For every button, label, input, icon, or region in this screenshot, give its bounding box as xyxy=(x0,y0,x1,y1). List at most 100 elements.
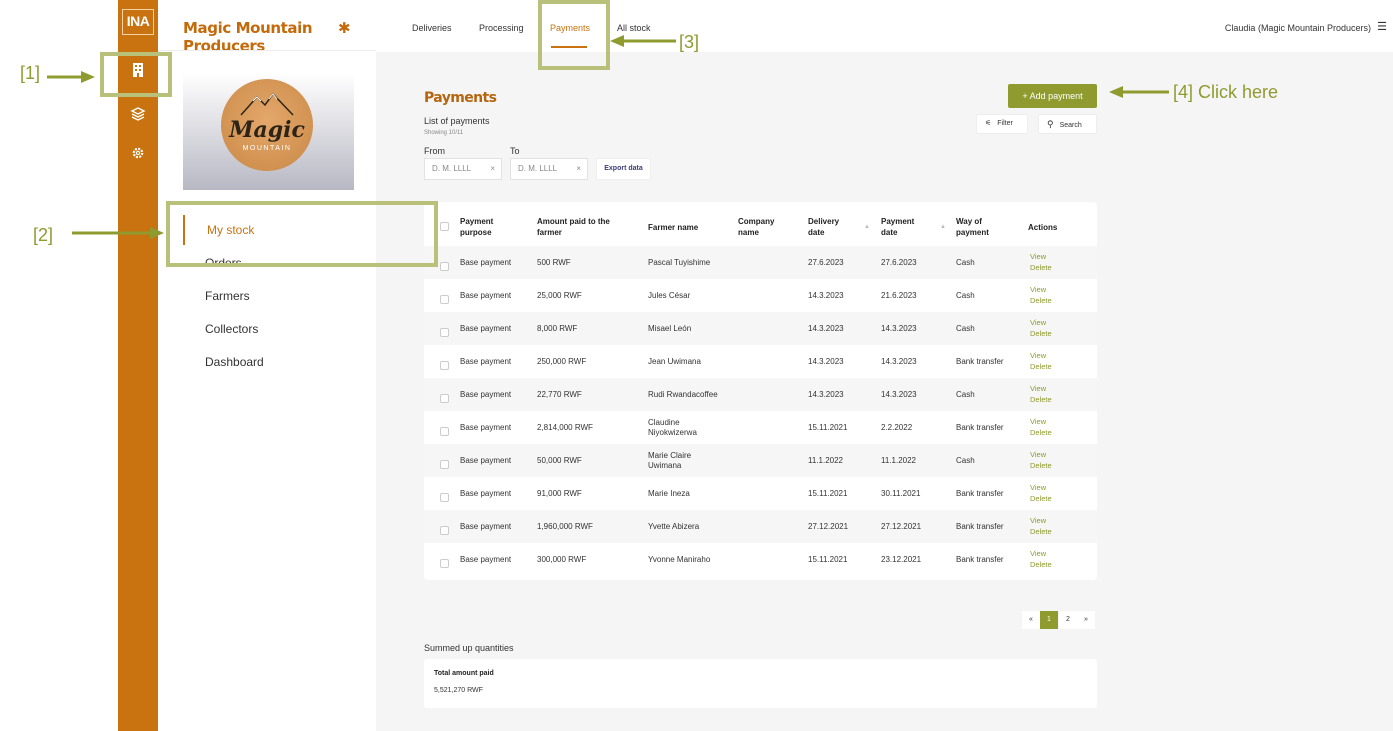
cell-farmer: Jean Uwimana xyxy=(648,357,701,366)
col-header-purpose[interactable]: Payment purpose xyxy=(460,216,493,238)
cell-payment-date: 30.11.2021 xyxy=(881,489,921,498)
cell-payment-date: 14.3.2023 xyxy=(881,390,917,399)
cell-purpose: Base payment xyxy=(460,489,512,498)
cell-amount: 300,000 RWF xyxy=(537,555,587,564)
pagination-page-2[interactable]: 2 xyxy=(1059,611,1077,629)
cell-way-of-payment: Cash xyxy=(956,324,975,333)
user-name[interactable]: Claudia (Magic Mountain Producers) xyxy=(1225,23,1371,33)
table-row: Base payment 300,000 RWF Yvonne Maniraho 15… xyxy=(424,543,1097,576)
cell-amount: 2,814,000 RWF xyxy=(537,423,593,432)
row-checkbox[interactable] xyxy=(440,262,449,271)
delete-link[interactable]: Delete xyxy=(1030,395,1052,405)
search-button[interactable]: ⚲ Search xyxy=(1038,114,1097,134)
delete-link[interactable]: Delete xyxy=(1030,362,1052,372)
view-link[interactable]: View xyxy=(1030,318,1046,328)
col-header-payment-date[interactable]: Payment date xyxy=(881,216,914,238)
view-link[interactable]: View xyxy=(1030,450,1046,460)
view-link[interactable]: View xyxy=(1030,285,1046,295)
pagination-page-1[interactable]: 1 xyxy=(1040,611,1058,629)
list-subtitle: List of payments xyxy=(424,116,490,126)
top-bar: Deliveries Processing Payments All stock… xyxy=(376,0,1393,52)
to-date-input[interactable]: D. M. LLLL × xyxy=(510,158,588,180)
sort-payment-icon[interactable]: ▲ xyxy=(940,224,946,230)
cell-way-of-payment: Bank transfer xyxy=(956,423,1004,432)
row-checkbox[interactable] xyxy=(440,427,449,436)
delete-link[interactable]: Delete xyxy=(1030,329,1052,339)
cell-farmer: Jules César xyxy=(648,291,691,300)
cell-purpose: Base payment xyxy=(460,423,512,432)
tab-deliveries[interactable]: Deliveries xyxy=(412,23,452,33)
cell-farmer: Yvette Abizera xyxy=(648,522,700,531)
row-checkbox[interactable] xyxy=(440,361,449,370)
view-link[interactable]: View xyxy=(1030,384,1046,394)
cell-delivery-date: 14.3.2023 xyxy=(808,357,844,366)
view-link[interactable]: View xyxy=(1030,351,1046,361)
table-row: Base payment 22,770 RWF Rudi Rwandacoffee 1… xyxy=(424,378,1097,411)
col-header-way-of-payment[interactable]: Way of payment xyxy=(956,216,989,238)
menu-icon[interactable]: ☰ xyxy=(1377,20,1387,33)
cell-amount: 91,000 RWF xyxy=(537,489,582,498)
cell-way-of-payment: Cash xyxy=(956,456,975,465)
tab-processing[interactable]: Processing xyxy=(479,23,524,33)
annotation-arrow-1 xyxy=(47,71,95,83)
delete-link[interactable]: Delete xyxy=(1030,296,1052,306)
row-checkbox[interactable] xyxy=(440,295,449,304)
filter-button[interactable]: ⚟ Filter xyxy=(976,114,1028,134)
annotation-label-4: [4] Click here xyxy=(1173,82,1279,102)
row-checkbox[interactable] xyxy=(440,460,449,469)
layers-icon[interactable] xyxy=(118,106,158,127)
cell-delivery-date: 15.11.2021 xyxy=(808,489,848,498)
annotation-label-2: [2] xyxy=(33,225,54,245)
add-payment-button[interactable]: + Add payment xyxy=(1008,84,1097,108)
row-checkbox[interactable] xyxy=(440,526,449,535)
delete-link[interactable]: Delete xyxy=(1030,527,1052,537)
col-header-company[interactable]: Company name xyxy=(738,216,774,238)
table-row: Base payment 2,814,000 RWF Claudine Niyokwi… xyxy=(424,411,1097,444)
col-header-delivery-date[interactable]: Delivery date xyxy=(808,216,839,238)
table-row: Base payment 91,000 RWF Marie Ineza 15.11.2… xyxy=(424,477,1097,510)
cell-purpose: Base payment xyxy=(460,258,512,267)
total-amount-value: 5,521,270 RWF xyxy=(434,687,483,694)
from-date-placeholder: D. M. LLLL xyxy=(432,164,472,173)
search-label: Search xyxy=(1059,122,1082,129)
row-checkbox[interactable] xyxy=(440,394,449,403)
view-link[interactable]: View xyxy=(1030,549,1046,559)
view-link[interactable]: View xyxy=(1030,252,1046,262)
cell-purpose: Base payment xyxy=(460,555,512,564)
cell-purpose: Base payment xyxy=(460,291,512,300)
delete-link[interactable]: Delete xyxy=(1030,428,1052,438)
row-checkbox[interactable] xyxy=(440,493,449,502)
company-settings-icon[interactable]: ✱ xyxy=(338,19,351,37)
cell-amount: 250,000 RWF xyxy=(537,357,587,366)
sidebar-item-farmers[interactable]: Farmers xyxy=(183,281,376,311)
select-all-checkbox[interactable] xyxy=(440,222,449,231)
cell-farmer: Yvonne Maniraho xyxy=(648,555,711,564)
logo-circle: Magic MOUNTAIN xyxy=(221,79,313,171)
clear-from-icon[interactable]: × xyxy=(490,159,495,179)
view-link[interactable]: View xyxy=(1030,516,1046,526)
cell-delivery-date: 15.11.2021 xyxy=(808,423,848,432)
gear-icon[interactable] xyxy=(118,146,158,165)
cell-payment-date: 27.12.2021 xyxy=(881,522,922,531)
pagination-next[interactable]: » xyxy=(1077,611,1095,629)
delete-link[interactable]: Delete xyxy=(1030,263,1052,273)
row-checkbox[interactable] xyxy=(440,328,449,337)
pagination-prev[interactable]: « xyxy=(1022,611,1040,629)
from-date-input[interactable]: D. M. LLLL × xyxy=(424,158,502,180)
view-link[interactable]: View xyxy=(1030,483,1046,493)
clear-to-icon[interactable]: × xyxy=(576,159,581,179)
row-checkbox[interactable] xyxy=(440,559,449,568)
sidebar-item-dashboard[interactable]: Dashboard xyxy=(183,347,376,377)
col-header-farmer[interactable]: Farmer name xyxy=(648,222,698,233)
sort-delivery-icon[interactable]: ▲ xyxy=(864,224,870,230)
from-label: From xyxy=(424,146,445,156)
sidebar-item-collectors[interactable]: Collectors xyxy=(183,314,376,344)
delete-link[interactable]: Delete xyxy=(1030,461,1052,471)
delete-link[interactable]: Delete xyxy=(1030,494,1052,504)
logo-word: Magic xyxy=(229,117,305,143)
col-header-amount[interactable]: Amount paid to the farmer xyxy=(537,216,610,238)
export-data-button[interactable]: Export data xyxy=(596,158,651,180)
cell-delivery-date: 14.3.2023 xyxy=(808,291,844,300)
view-link[interactable]: View xyxy=(1030,417,1046,427)
delete-link[interactable]: Delete xyxy=(1030,560,1052,570)
